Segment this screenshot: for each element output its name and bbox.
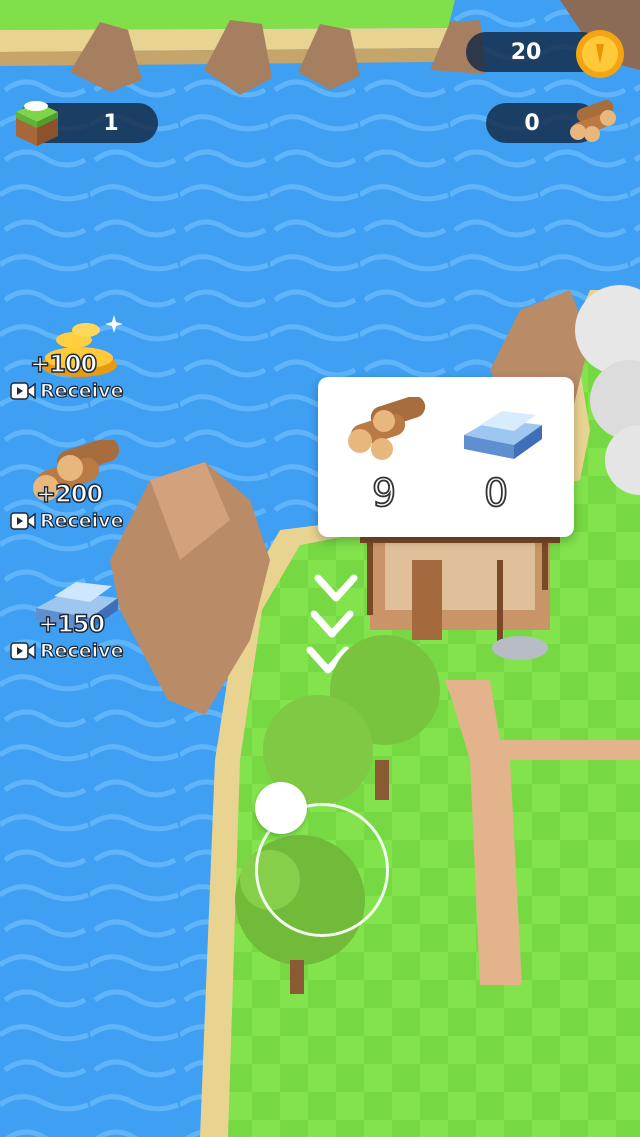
reward-amount: +150 bbox=[37, 609, 106, 639]
reward-amount: +100 bbox=[29, 349, 98, 379]
build-requirements-panel: 9 0 bbox=[318, 377, 574, 537]
reward-amount: +200 bbox=[35, 479, 104, 509]
wood-logs-icon bbox=[348, 397, 426, 460]
video-camera-icon bbox=[10, 642, 36, 660]
wood-logs-icon bbox=[570, 100, 616, 142]
tile-count: 1 bbox=[103, 110, 119, 136]
coin-count: 20 bbox=[510, 39, 542, 65]
reward-wood-button[interactable]: +200 Receive bbox=[6, 440, 136, 558]
video-camera-icon bbox=[10, 382, 36, 400]
video-camera-icon bbox=[10, 512, 36, 530]
iron-ingot-icon bbox=[464, 411, 542, 459]
wood-count: 0 bbox=[524, 110, 540, 136]
iron-required: 0 bbox=[483, 470, 509, 516]
grass-block-icon bbox=[16, 101, 58, 146]
joystick-knob[interactable] bbox=[255, 782, 307, 834]
gold-coin-icon bbox=[576, 30, 624, 78]
wood-required: 9 bbox=[371, 470, 397, 516]
receive-label: Receive bbox=[39, 639, 124, 662]
reward-iron-button[interactable]: +150 Receive bbox=[6, 570, 136, 688]
game-world bbox=[0, 0, 640, 1137]
reward-coins-button[interactable]: +100 Receive bbox=[6, 310, 136, 428]
receive-label: Receive bbox=[39, 379, 124, 402]
receive-label: Receive bbox=[39, 509, 124, 532]
